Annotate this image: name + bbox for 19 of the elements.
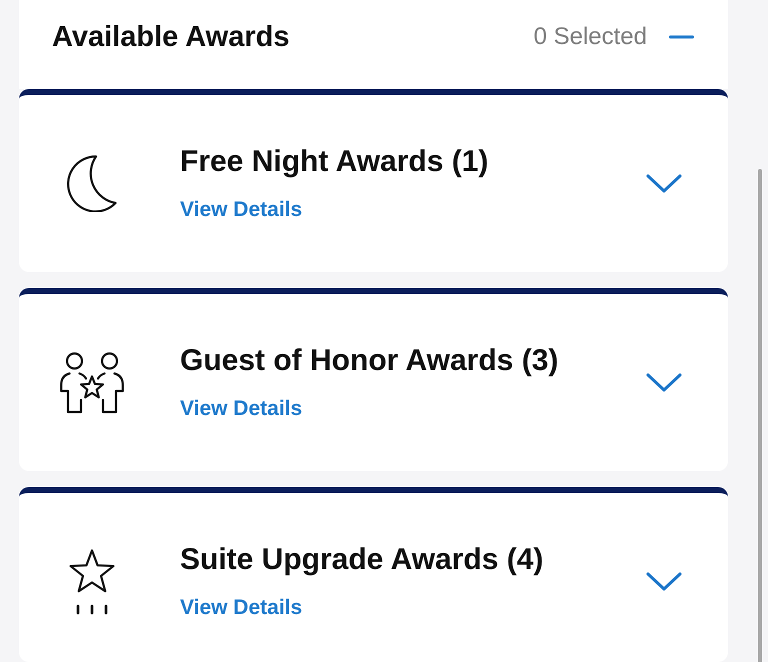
two-people-star-icon (60, 352, 124, 414)
scrollbar-thumb[interactable] (758, 169, 762, 662)
section-title: Available Awards (52, 20, 290, 54)
award-card[interactable]: Suite Upgrade Awards (4) View Details (19, 487, 728, 662)
award-title: Guest of Honor Awards (3) (180, 343, 558, 379)
moon-icon (67, 155, 117, 212)
view-details-link[interactable]: View Details (180, 197, 302, 223)
view-details-link[interactable]: View Details (180, 595, 302, 621)
minus-icon[interactable] (669, 34, 694, 38)
award-title: Free Night Awards (1) (180, 144, 488, 180)
award-title: Suite Upgrade Awards (4) (180, 542, 544, 578)
chevron-down-icon[interactable] (646, 372, 682, 392)
award-card[interactable]: Guest of Honor Awards (3) View Details (19, 288, 728, 471)
chevron-down-icon[interactable] (646, 572, 682, 592)
selected-count: 0 Selected (534, 22, 647, 52)
view-details-link[interactable]: View Details (180, 396, 302, 422)
chevron-down-icon[interactable] (646, 174, 682, 194)
award-card[interactable]: Free Night Awards (1) View Details (19, 89, 728, 272)
star-icon (68, 548, 116, 614)
